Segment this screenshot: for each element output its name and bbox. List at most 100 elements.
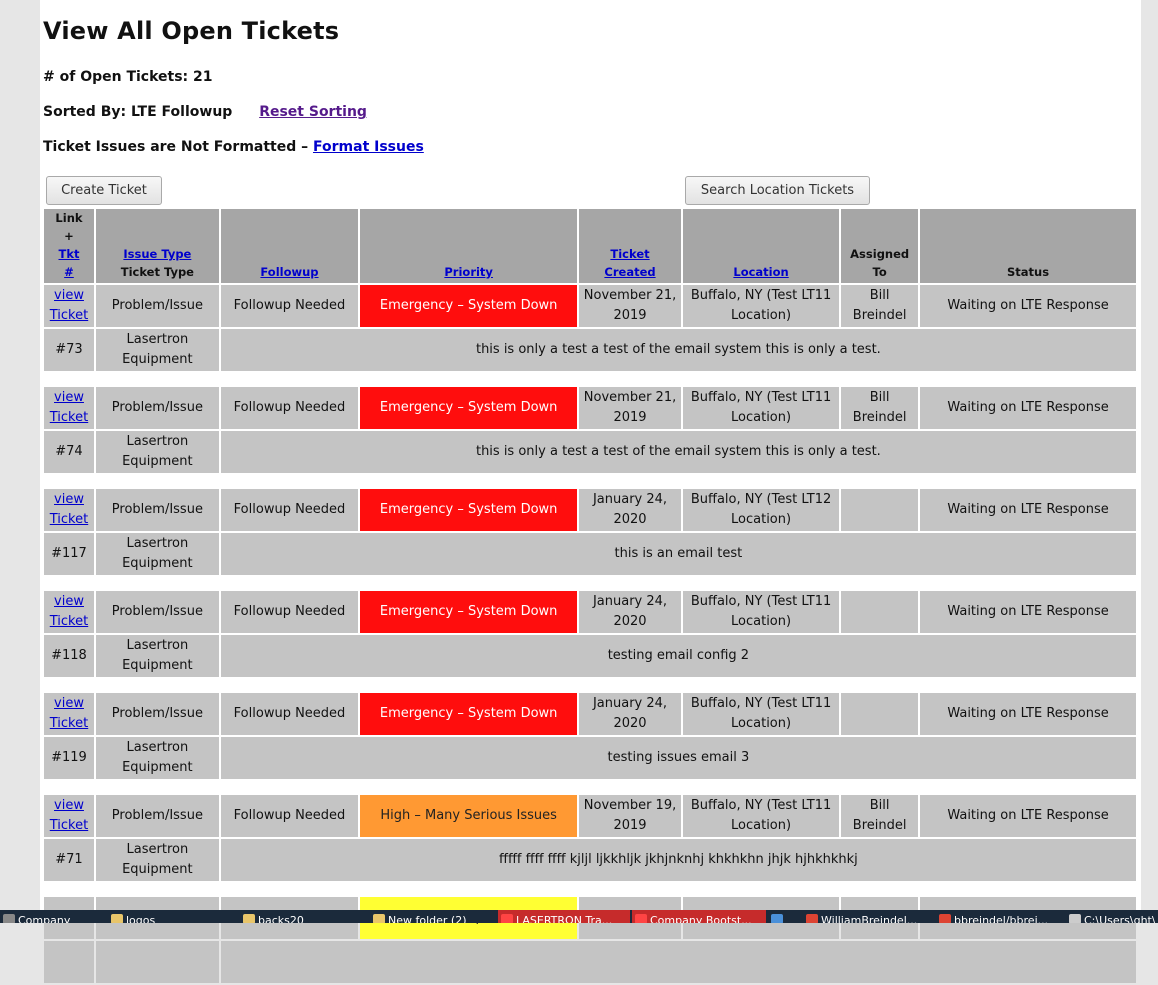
header-issue-type: Issue Type Ticket Type — [95, 209, 219, 283]
sort-ticket-number-hash-link[interactable]: # — [64, 265, 74, 279]
priority-cell: Emergency – System Down — [360, 693, 578, 735]
app-icon — [243, 914, 255, 923]
view-ticket-link[interactable]: view — [54, 390, 84, 405]
view-ticket-link[interactable]: view — [54, 696, 84, 711]
create-ticket-button[interactable]: Create Ticket — [46, 176, 162, 205]
view-ticket-link-2[interactable]: Ticket — [50, 818, 88, 833]
taskbar-item-label: backs20 — [258, 914, 304, 923]
app-icon — [111, 914, 123, 923]
followup-cell: Followup Needed — [220, 285, 359, 327]
search-location-tickets-button[interactable]: Search Location Tickets — [685, 176, 870, 205]
priority-cell: Emergency – System Down — [360, 591, 578, 633]
issue-description-cell: testing email config 2 — [220, 635, 1136, 677]
reset-sorting-link[interactable]: Reset Sorting — [259, 104, 367, 120]
header-link-plus: + — [64, 229, 74, 243]
ticket-number-cell — [44, 941, 94, 983]
created-year: 2020 — [613, 614, 647, 629]
ticket-number-cell: #117 — [44, 533, 94, 575]
taskbar-item[interactable]: bbreindel/bbrei... — [936, 910, 1064, 923]
sort-location-link[interactable]: Location — [733, 265, 788, 279]
view-ticket-link[interactable]: view — [54, 492, 84, 507]
header-ticket-type: Ticket Type — [120, 265, 194, 279]
ticket-link-cell: view Ticket — [44, 693, 94, 735]
ticket-type-cell: Lasertron Equipment — [95, 839, 219, 881]
created-year: 2019 — [613, 410, 647, 425]
open-ticket-count: # of Open Tickets: 21 — [43, 69, 213, 85]
ticket-type-1: Lasertron — [126, 536, 189, 551]
issue-type-cell: Problem/Issue — [95, 693, 219, 735]
view-ticket-link-2[interactable]: Ticket — [50, 512, 88, 527]
taskbar-item-label: WilliamBreindel... — [821, 914, 918, 923]
followup-cell: Followup Needed — [220, 387, 359, 429]
assigned-cell: Bill Breindel — [841, 387, 919, 429]
app-icon — [771, 914, 783, 923]
sort-created-link[interactable]: Ticket — [610, 247, 649, 261]
issue-description-cell: this is only a test a test of the email … — [220, 431, 1136, 473]
location-suffix: Location) — [731, 512, 792, 527]
ticket-type-2: Equipment — [122, 862, 193, 877]
taskbar-item-label: LASERTRON Tra... — [516, 914, 613, 923]
assigned-cell — [841, 591, 919, 633]
view-ticket-link[interactable]: view — [54, 798, 84, 813]
taskbar-item[interactable]: Company Bootst... — [632, 910, 766, 923]
sort-priority-link[interactable]: Priority — [444, 265, 493, 279]
sort-info: Sorted By: LTE Followup Reset Sorting — [43, 104, 367, 120]
taskbar-item[interactable]: LASERTRON Tra... — [498, 910, 630, 923]
taskbar-item[interactable]: logos — [108, 910, 238, 923]
row-spacer — [44, 475, 1136, 487]
view-ticket-link-2[interactable]: Ticket — [50, 410, 88, 425]
header-link: Link + Tkt # — [44, 209, 94, 283]
ticket-detail-row: #74 Lasertron Equipment this is only a test… — [44, 431, 1136, 473]
view-ticket-link-2[interactable]: Ticket — [50, 614, 88, 629]
sort-created-link-2[interactable]: Created — [604, 265, 655, 279]
sort-ticket-number-link[interactable]: Tkt — [58, 247, 79, 261]
windows-taskbar: Company logos backs20 New folder (2) LASERTR… — [0, 910, 1158, 923]
ticket-type-1: Lasertron — [126, 434, 189, 449]
taskbar-item-label: bbreindel/bbrei... — [954, 914, 1049, 923]
view-ticket-link-2[interactable]: Ticket — [50, 308, 88, 323]
issue-type-cell: Problem/Issue — [95, 285, 219, 327]
location-cell: Buffalo, NY (Test LT12 Location) — [682, 489, 840, 531]
page-title: View All Open Tickets — [43, 17, 340, 45]
created-date: November 21, — [583, 288, 677, 303]
view-ticket-link[interactable]: view — [54, 594, 84, 609]
taskbar-item[interactable]: Company — [0, 910, 106, 923]
assigned-last: Breindel — [852, 410, 907, 425]
view-ticket-link-2[interactable]: Ticket — [50, 716, 88, 731]
app-icon — [806, 914, 818, 923]
sort-issue-type-link[interactable]: Issue Type — [123, 247, 191, 261]
taskbar-item[interactable]: backs20 — [240, 910, 368, 923]
taskbar-item[interactable]: C:\Users\ght\... — [1066, 910, 1156, 923]
app-icon — [635, 914, 647, 923]
ticket-detail-row: #117 Lasertron Equipment this is an email t… — [44, 533, 1136, 575]
view-ticket-link[interactable]: view — [54, 288, 84, 303]
location-suffix: Location) — [731, 716, 792, 731]
created-cell: January 24, 2020 — [579, 591, 681, 633]
taskbar-item[interactable] — [768, 910, 801, 923]
status-cell: Waiting on LTE Response — [920, 285, 1136, 327]
issues-format-label: Ticket Issues are Not Formatted – — [43, 139, 309, 155]
header-priority: Priority — [360, 209, 578, 283]
ticket-detail-row: #118 Lasertron Equipment testing email conf… — [44, 635, 1136, 677]
location-name: Buffalo, NY (Test LT11 — [690, 390, 832, 405]
ticket-type-2: Equipment — [122, 556, 193, 571]
format-issues-link[interactable]: Format Issues — [313, 139, 424, 155]
taskbar-item-label: C:\Users\ght\... — [1084, 914, 1156, 923]
assigned-first: Bill — [869, 390, 890, 405]
location-cell: Buffalo, NY (Test LT11 Location) — [682, 285, 840, 327]
status-cell: Waiting on LTE Response — [920, 591, 1136, 633]
ticket-number-cell: #71 — [44, 839, 94, 881]
row-spacer — [44, 781, 1136, 793]
taskbar-item[interactable]: WilliamBreindel... — [803, 910, 934, 923]
issue-description-cell — [220, 941, 1136, 983]
created-cell: November 21, 2019 — [579, 285, 681, 327]
sort-followup-link[interactable]: Followup — [260, 265, 318, 279]
ticket-type-2: Equipment — [122, 658, 193, 673]
location-name: Buffalo, NY (Test LT11 — [690, 696, 832, 711]
assigned-cell: Bill Breindel — [841, 285, 919, 327]
assigned-last: Breindel — [852, 308, 907, 323]
ticket-link-cell: view Ticket — [44, 795, 94, 837]
taskbar-item[interactable]: New folder (2) — [370, 910, 496, 923]
priority-cell: Emergency – System Down — [360, 489, 578, 531]
ticket-type-1: Lasertron — [126, 842, 189, 857]
